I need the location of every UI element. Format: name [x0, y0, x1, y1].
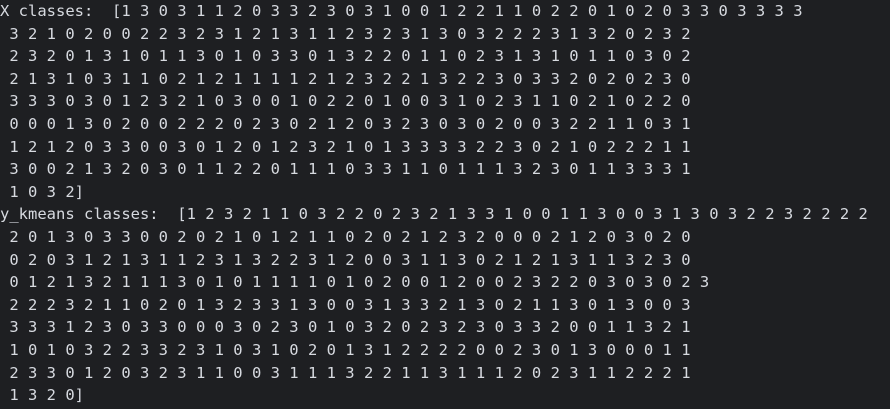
terminal-line: 2 1 3 1 0 3 1 1 0 2 1 2 1 1 1 1 2 1 2 3 …: [0, 69, 691, 88]
terminal-line: 2 0 1 3 0 3 3 0 0 2 0 2 1 0 1 2 1 1 0 2 …: [0, 227, 691, 246]
terminal-line: 3 2 1 0 2 0 0 2 2 3 2 3 1 2 1 3 1 1 2 3 …: [0, 24, 691, 43]
terminal-line: 0 2 0 3 1 2 1 3 1 1 2 3 1 3 2 2 3 1 2 0 …: [0, 250, 691, 269]
terminal-line: 1 0 3 2]: [0, 182, 84, 201]
terminal-line: y_kmeans classes: [1 2 3 2 1 1 0 3 2 2 0…: [0, 205, 868, 224]
terminal-line: 2 3 2 0 1 3 1 0 1 1 3 0 1 0 3 3 0 1 3 2 …: [0, 47, 691, 66]
terminal-line: 1 2 1 2 0 3 3 0 0 3 0 1 2 0 1 2 3 2 1 0 …: [0, 137, 691, 156]
terminal-output: X classes: [1 3 0 3 1 1 2 0 3 3 2 3 0 3 …: [0, 0, 890, 409]
terminal-line: 1 0 1 0 3 2 2 3 3 2 3 1 0 3 1 0 2 0 1 3 …: [0, 340, 691, 359]
terminal-line: 3 3 3 1 2 3 0 3 3 0 0 0 3 0 2 3 0 1 0 3 …: [0, 318, 691, 337]
terminal-line: 1 3 2 0]: [0, 386, 84, 405]
terminal-line: X classes: [1 3 0 3 1 1 2 0 3 3 2 3 0 3 …: [0, 2, 803, 20]
terminal-line: 3 0 0 2 1 3 2 0 3 0 1 1 2 2 0 1 1 1 0 3 …: [0, 160, 691, 179]
terminal-line: 0 1 2 1 3 2 1 1 1 3 0 1 0 1 1 1 1 0 1 0 …: [0, 273, 710, 292]
terminal-line: 0 0 0 1 3 0 2 0 0 2 2 2 0 2 3 0 2 1 2 0 …: [0, 114, 691, 133]
terminal-line: 2 3 3 0 1 2 0 3 2 3 1 1 0 0 3 1 1 1 3 2 …: [0, 363, 691, 382]
terminal-line: 2 2 2 3 2 1 1 0 2 0 1 3 2 3 3 1 3 0 0 3 …: [0, 295, 691, 314]
terminal-line: 3 3 3 0 3 0 1 2 3 2 1 0 3 0 0 1 0 2 2 0 …: [0, 92, 691, 111]
